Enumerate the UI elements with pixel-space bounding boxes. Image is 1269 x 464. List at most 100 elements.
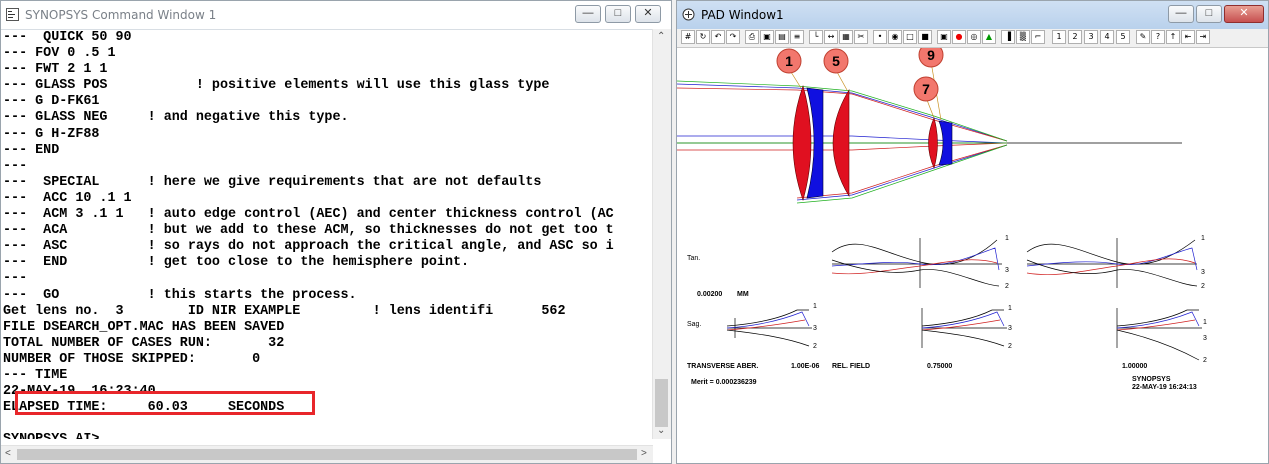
- pattern-icon[interactable]: ▒: [1016, 30, 1030, 44]
- field-value-075: 0.75000: [927, 363, 952, 370]
- print-icon[interactable]: ⎙: [745, 30, 759, 44]
- undo-icon[interactable]: ↶: [711, 30, 725, 44]
- scroll-right-icon[interactable]: >: [641, 448, 647, 459]
- vertical-scroll-thumb[interactable]: [655, 379, 668, 427]
- scale-value: 0.00200: [697, 291, 722, 298]
- redo-icon[interactable]: ↷: [726, 30, 740, 44]
- footer-rel-field: REL. FIELD: [832, 363, 870, 370]
- sag-plot-000: [726, 309, 812, 347]
- axes-icon[interactable]: └: [809, 30, 823, 44]
- svg-text:3: 3: [1201, 269, 1205, 276]
- pad-minimize-button[interactable]: —: [1168, 5, 1194, 23]
- curve-labels: 1 3 2 1 3 2 1 3 2 1 3 2 1 3 2: [813, 235, 1207, 364]
- sag-plot-100: [1116, 308, 1202, 361]
- command-window: SYNOPSYS Command Window 1 — □ ✕ --- QUIC…: [0, 0, 672, 464]
- marker-icon[interactable]: ▣: [937, 30, 951, 44]
- console-line: --- GLASS POS ! positive elements will u…: [3, 78, 550, 94]
- lens-element-7: [928, 117, 938, 169]
- pad-close-button[interactable]: ✕: [1224, 5, 1264, 23]
- console-line: FILE DSEARCH_OPT.MAC HAS BEEN SAVED: [3, 319, 285, 335]
- console-line: --- G H-ZF88: [3, 126, 100, 142]
- console-line: --- SPECIAL ! here we give requirements …: [3, 174, 542, 190]
- view-3-button[interactable]: 3: [1084, 30, 1098, 44]
- points-icon[interactable]: •: [873, 30, 887, 44]
- grid-icon[interactable]: #: [681, 30, 695, 44]
- vertical-scrollbar[interactable]: ⌃ ⌄: [652, 29, 671, 439]
- console-line: ---: [3, 271, 28, 287]
- svg-text:2: 2: [1005, 283, 1009, 290]
- ray-red-bot: [796, 144, 1008, 199]
- console-line: --- ASC ! so rays do not approach the cr…: [3, 239, 614, 255]
- svg-text:1: 1: [1201, 235, 1205, 242]
- color-icon[interactable]: ▲: [982, 30, 996, 44]
- console-line: --- ACM 3 .1 1 ! auto edge control (AEC)…: [3, 207, 614, 223]
- scale-icon[interactable]: ↔: [824, 30, 838, 44]
- console-line: --- ACA ! but we add to these ACM, so th…: [3, 223, 614, 239]
- spot-icon[interactable]: ◉: [888, 30, 902, 44]
- list-icon[interactable]: ≡: [790, 30, 804, 44]
- scroll-down-icon[interactable]: ⌄: [657, 425, 665, 436]
- pad-window-titlebar[interactable]: PAD Window1 — □ ✕: [677, 1, 1268, 30]
- save-icon[interactable]: ▤: [775, 30, 789, 44]
- merit-value: Merit = 0.000236239: [691, 379, 757, 386]
- help-icon[interactable]: ?: [1151, 30, 1165, 44]
- svg-text:2: 2: [1203, 357, 1207, 364]
- tan-label: Tan.: [687, 255, 700, 262]
- tools-icon[interactable]: ✂: [854, 30, 868, 44]
- footer-aber-type: TRANSVERSE ABER.: [687, 363, 758, 370]
- maximize-button[interactable]: □: [605, 5, 631, 23]
- pad-app-icon: [682, 8, 695, 21]
- minimize-button[interactable]: —: [575, 5, 601, 23]
- square-icon[interactable]: □: [903, 30, 917, 44]
- ray-blue-bot: [796, 144, 1008, 201]
- console-line: ---: [3, 158, 28, 174]
- bars-icon[interactable]: ▐: [1001, 30, 1015, 44]
- svg-text:1: 1: [813, 303, 817, 310]
- lens-drawing-canvas[interactable]: 1 5 9 7 Tan. Sag. 0.00200 MM 1 3 2 1 3 2…: [677, 48, 1269, 464]
- horizontal-scroll-thumb[interactable]: [17, 449, 637, 460]
- svg-text:1: 1: [1005, 235, 1009, 242]
- field-value-100: 1.00000: [1122, 363, 1147, 370]
- console-line: SYNOPSYS AI>: [3, 432, 649, 439]
- view-1-button[interactable]: 1: [1052, 30, 1066, 44]
- svg-text:7: 7: [922, 81, 930, 97]
- table-icon[interactable]: ▦: [839, 30, 853, 44]
- fill-icon[interactable]: ■: [918, 30, 932, 44]
- horizontal-scrollbar[interactable]: < >: [1, 445, 653, 463]
- svg-text:3: 3: [1203, 335, 1207, 342]
- console-line: --- FOV 0 .5 1: [3, 46, 116, 62]
- svg-text:1: 1: [785, 53, 793, 69]
- sag-label: Sag.: [687, 321, 701, 328]
- command-window-title: SYNOPSYS Command Window 1: [25, 8, 217, 22]
- console-line: --- ACC 10 .1 1: [3, 190, 132, 206]
- scroll-left-icon[interactable]: <: [5, 448, 11, 459]
- footer-wavelength: 1.00E-06: [791, 363, 820, 370]
- element-label-5: 5: [823, 48, 849, 74]
- first-icon[interactable]: ⇤: [1181, 30, 1195, 44]
- pen-icon[interactable]: ✎: [1136, 30, 1150, 44]
- circle-icon[interactable]: ◎: [967, 30, 981, 44]
- rotate-icon[interactable]: ↻: [696, 30, 710, 44]
- console-line: TOTAL NUMBER OF CASES RUN: 32: [3, 335, 285, 351]
- svg-text:2: 2: [1008, 343, 1012, 350]
- view-2-button[interactable]: 2: [1068, 30, 1082, 44]
- command-window-titlebar[interactable]: SYNOPSYS Command Window 1 — □ ✕: [1, 1, 671, 30]
- svg-text:3: 3: [813, 325, 817, 332]
- console-line: --- END ! get too close to the hemispher…: [3, 255, 470, 271]
- up-icon[interactable]: ↑: [1166, 30, 1180, 44]
- last-icon[interactable]: ⇥: [1196, 30, 1210, 44]
- scroll-up-icon[interactable]: ⌃: [657, 31, 665, 42]
- view-4-button[interactable]: 4: [1100, 30, 1114, 44]
- ruler-icon[interactable]: ⌐: [1031, 30, 1045, 44]
- view-5-button[interactable]: 5: [1116, 30, 1130, 44]
- preview-icon[interactable]: ▣: [760, 30, 774, 44]
- svg-text:1: 1: [1203, 319, 1207, 326]
- pad-window-title: PAD Window1: [701, 8, 784, 22]
- pad-maximize-button[interactable]: □: [1196, 5, 1222, 23]
- close-button[interactable]: ✕: [635, 5, 661, 23]
- console-line: --- GLASS NEG ! and negative this type.: [3, 110, 349, 126]
- brand-label: SYNOPSYS: [1132, 376, 1171, 383]
- red-dot-icon[interactable]: ●: [952, 30, 966, 44]
- console-output[interactable]: --- QUICK 50 90 --- FOV 0 .5 1 --- FWT 2 1…: [3, 30, 649, 439]
